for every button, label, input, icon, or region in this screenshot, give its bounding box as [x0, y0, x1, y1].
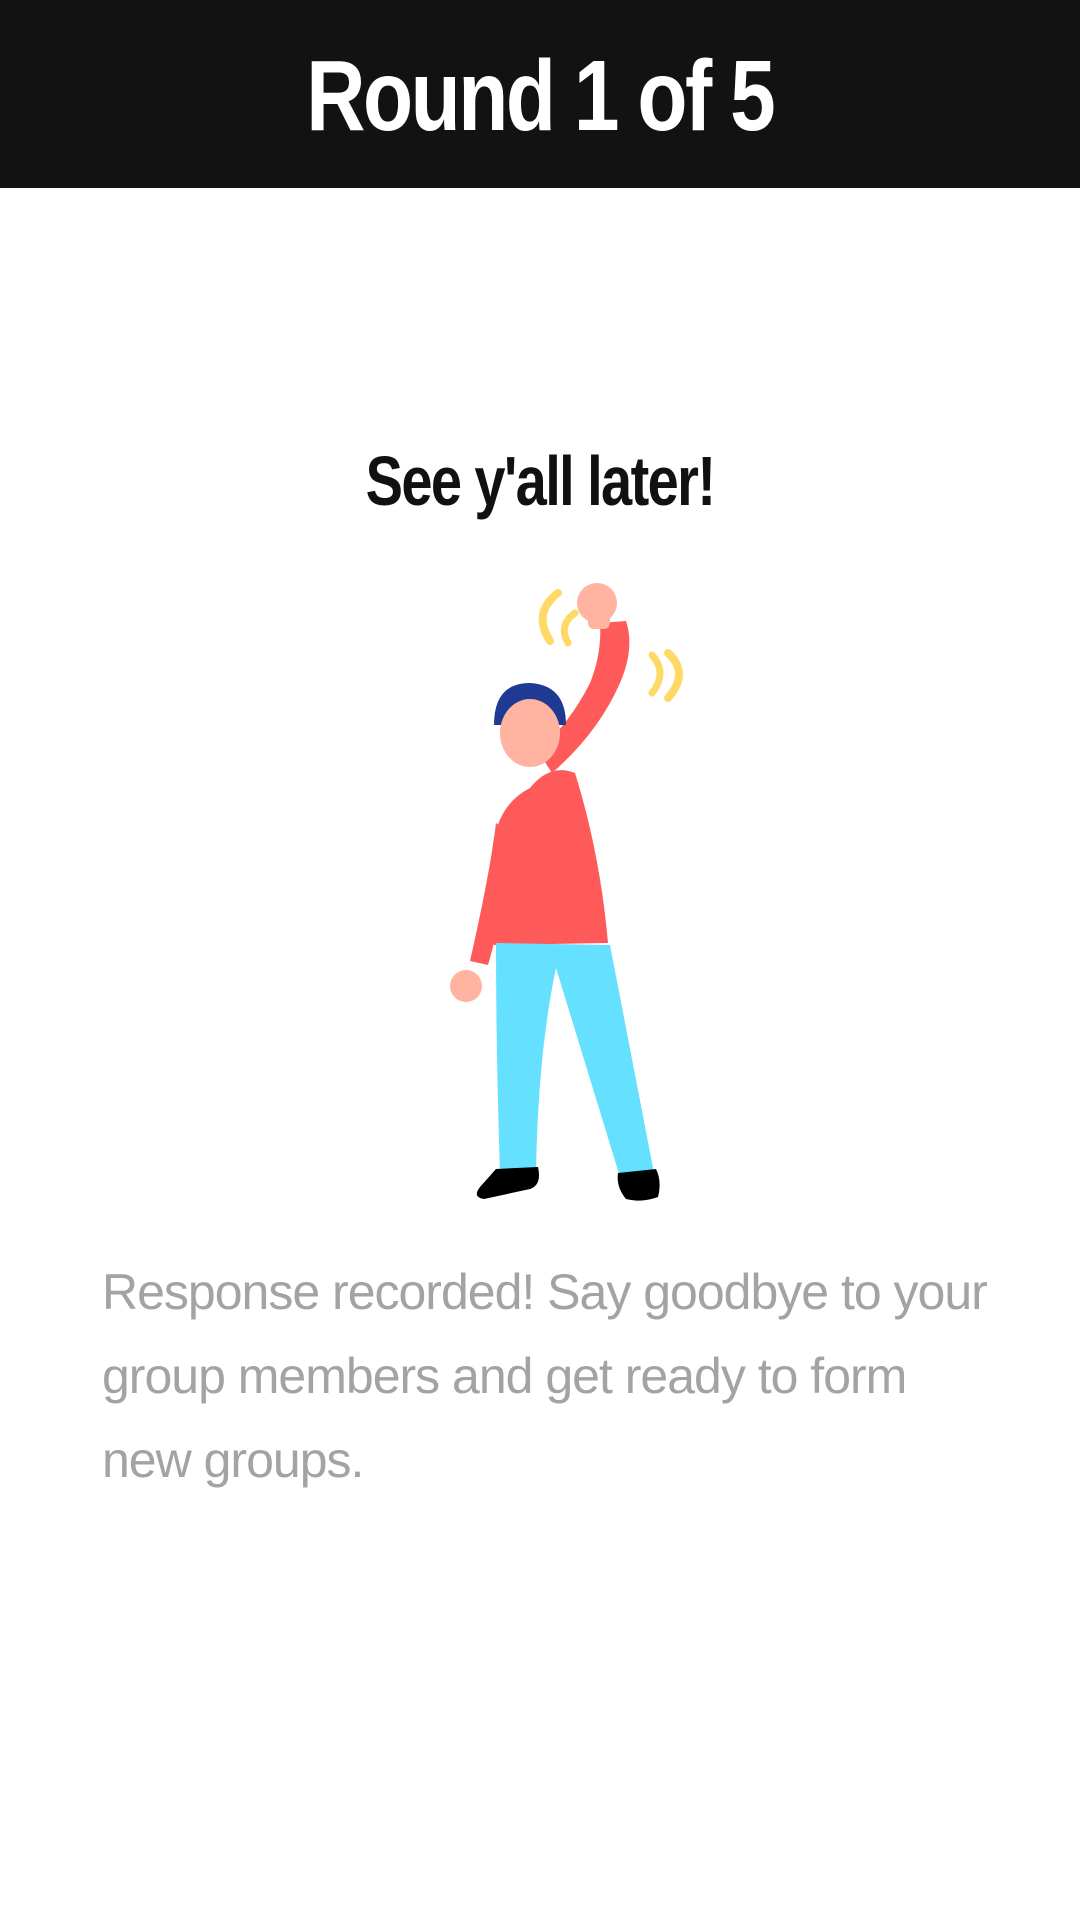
page-title-text: See y'all later!	[365, 442, 716, 520]
page-title: See y'all later!	[0, 446, 1080, 516]
header-bar: Round 1 of 5	[0, 0, 1080, 188]
waving-person-icon	[450, 583, 683, 1201]
round-indicator: Round 1 of 5	[306, 40, 775, 152]
status-message: Response recorded! Say goodbye to your g…	[102, 1264, 988, 1488]
